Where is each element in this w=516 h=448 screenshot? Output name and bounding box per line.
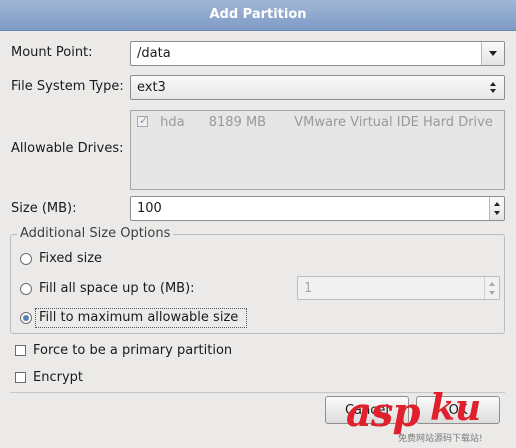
fill-upto-spin-buttons	[484, 277, 499, 299]
size-label: Size (MB):	[11, 201, 77, 216]
ok-button-label: OK	[448, 403, 468, 418]
file-system-type-select[interactable]: ext3	[130, 75, 505, 100]
drive-row[interactable]: ✓ hda 8189 MB VMware Virtual IDE Hard Dr…	[137, 114, 493, 130]
cancel-button[interactable]: Cancel	[325, 396, 409, 424]
size-spinbox[interactable]: 100	[130, 196, 505, 221]
file-system-type-arrows[interactable]	[482, 76, 504, 99]
encrypt-label[interactable]: Encrypt	[33, 370, 83, 385]
size-spin-buttons[interactable]	[489, 197, 504, 220]
separator	[10, 392, 505, 393]
fill-upto-value: 1	[304, 281, 313, 296]
chevron-down-icon	[489, 51, 497, 56]
primary-partition-checkbox[interactable]	[15, 345, 26, 356]
fixed-size-radio[interactable]	[20, 253, 32, 265]
fill-upto-spinbox: 1	[297, 276, 500, 300]
dialog-title: Add Partition	[209, 7, 307, 22]
fill-upto-radio[interactable]	[20, 283, 32, 295]
file-system-type-label: File System Type:	[11, 79, 124, 94]
title-bar: Add Partition	[0, 0, 516, 31]
primary-partition-label[interactable]: Force to be a primary partition	[33, 343, 232, 358]
additional-size-options-legend: Additional Size Options	[17, 226, 174, 241]
allowable-drives-list[interactable]: ✓ hda 8189 MB VMware Virtual IDE Hard Dr…	[130, 110, 505, 190]
up-arrow-icon	[490, 82, 496, 86]
checkmark-icon: ✓	[139, 114, 149, 127]
size-value: 100	[137, 201, 162, 216]
cancel-button-label: Cancel	[344, 403, 390, 418]
spin-down-icon	[489, 291, 495, 295]
spin-up-icon	[489, 282, 495, 286]
fill-upto-label[interactable]: Fill all space up to (MB):	[39, 281, 195, 296]
fill-max-label[interactable]: Fill to maximum allowable size	[39, 310, 238, 325]
spin-up-icon[interactable]	[494, 202, 500, 206]
encrypt-checkbox[interactable]	[15, 372, 26, 383]
drive-size: 8189 MB	[208, 115, 267, 130]
spin-down-icon[interactable]	[494, 211, 500, 215]
ok-button[interactable]: OK	[416, 396, 500, 424]
down-arrow-icon	[490, 89, 496, 93]
watermark-subtitle: 免费网站源码下载站!	[398, 434, 483, 444]
radio-selected-dot	[23, 315, 29, 321]
mount-point-value: /data	[137, 46, 171, 61]
mount-point-dropdown-button[interactable]	[481, 42, 504, 65]
mount-point-label: Mount Point:	[11, 45, 93, 60]
allowable-drives-label: Allowable Drives:	[11, 141, 124, 156]
drive-checkbox[interactable]: ✓	[137, 114, 149, 127]
fixed-size-label[interactable]: Fixed size	[39, 251, 102, 266]
drive-model: VMware Virtual IDE Hard Drive	[294, 115, 493, 130]
fill-max-radio[interactable]	[20, 312, 32, 324]
mount-point-combo[interactable]: /data	[130, 41, 505, 66]
drive-name: hda	[160, 115, 185, 130]
file-system-type-value: ext3	[137, 80, 166, 95]
